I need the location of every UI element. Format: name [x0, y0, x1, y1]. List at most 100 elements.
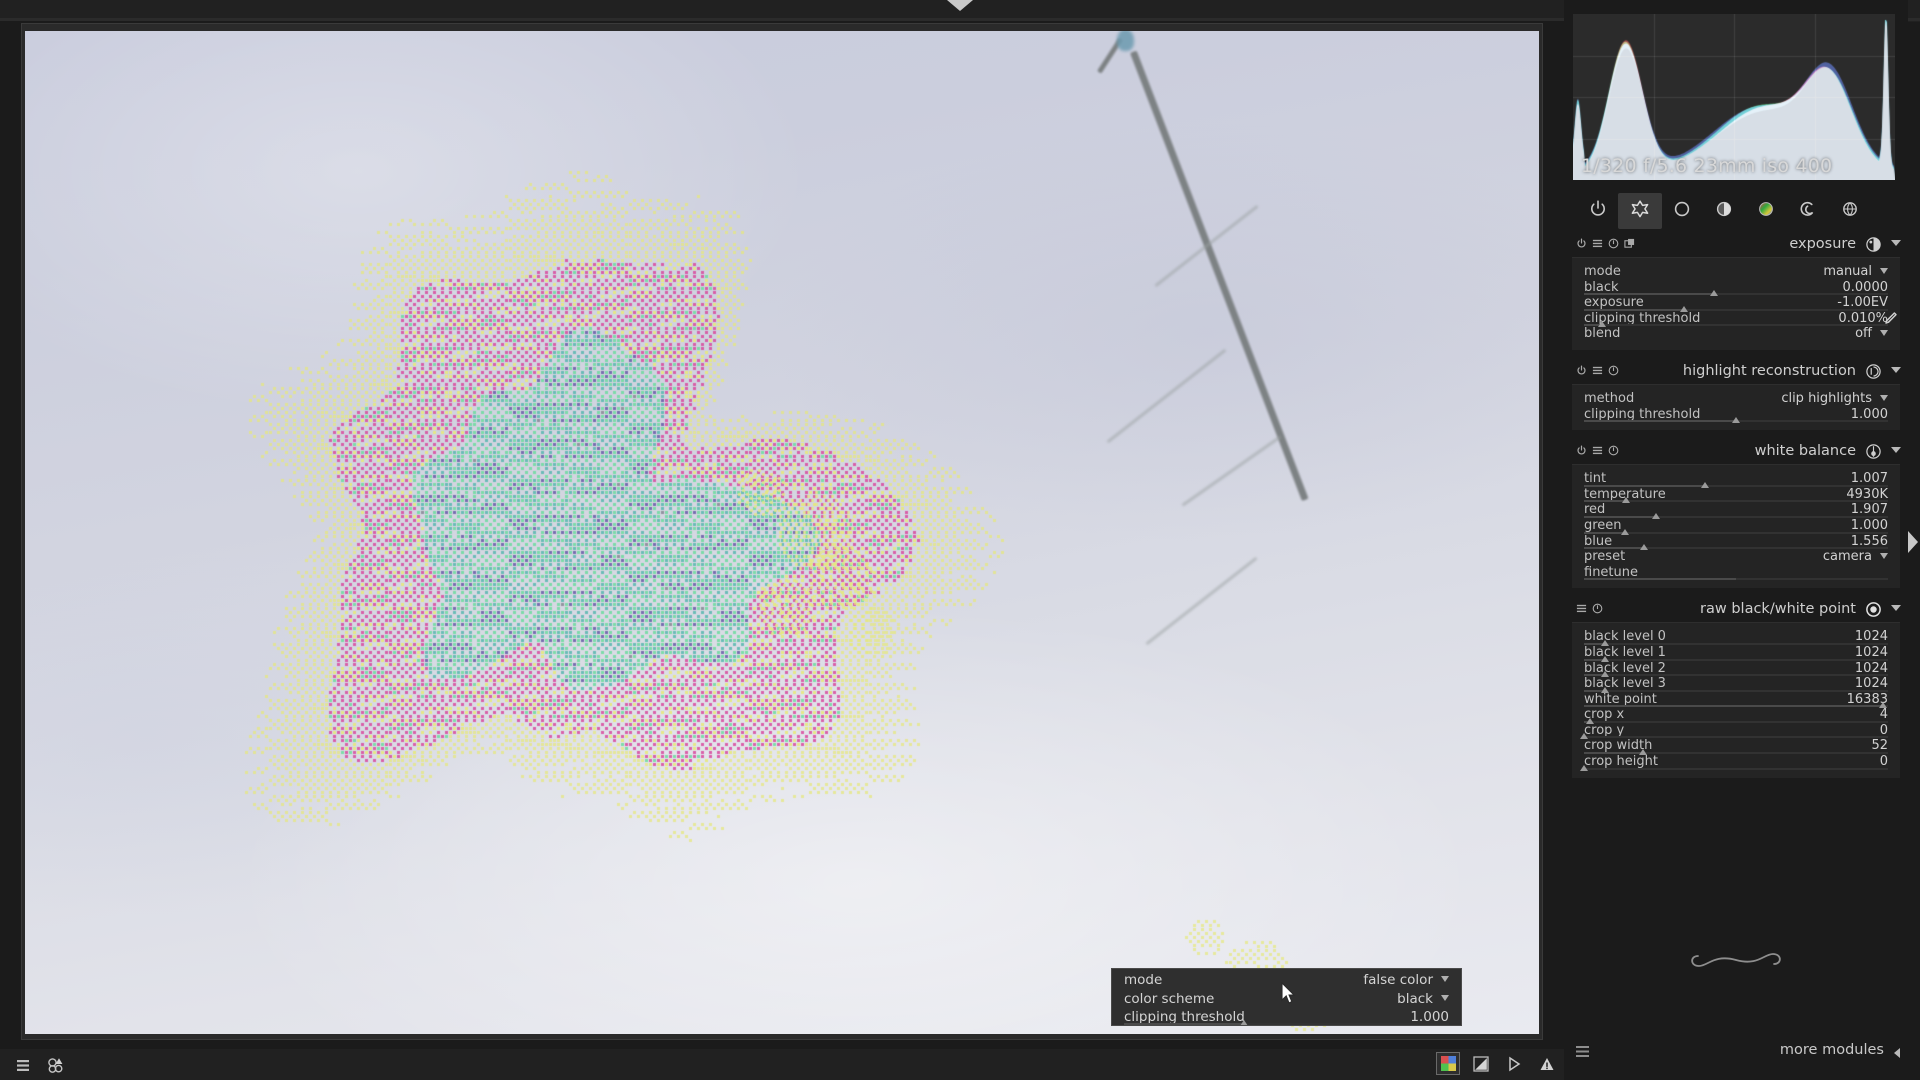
module-header-white-balance[interactable]: white balance — [1564, 440, 1908, 465]
module-header-highlight-reconstruction[interactable]: highlight reconstruction — [1564, 359, 1908, 384]
white-balance-icon — [1865, 443, 1882, 464]
module-header-exposure[interactable]: exposure — [1564, 233, 1908, 257]
circle-outline-icon — [1672, 199, 1692, 223]
chevron-down-icon[interactable] — [1441, 976, 1449, 982]
active-modules-tab[interactable] — [1576, 193, 1620, 229]
slider-row-black-level-1[interactable]: black level 1 1024 — [1584, 645, 1888, 662]
row-label: blend — [1584, 326, 1621, 342]
slider-row-blue[interactable]: blue 1.556 — [1584, 534, 1888, 551]
row-value: clip highlights — [1781, 390, 1872, 406]
histogram[interactable]: 1/320 f/5.6 23mm iso 400 — [1573, 14, 1895, 180]
dropdown-row-mode[interactable]: mode manual — [1584, 264, 1888, 280]
module-group-tabs — [1564, 193, 1908, 233]
slider-track[interactable] — [1584, 578, 1888, 581]
dropdown-row-preset[interactable]: preset camera — [1584, 549, 1888, 565]
raw-black-white-point-icon — [1865, 601, 1882, 622]
more-modules-bar[interactable]: more modules — [1564, 1040, 1908, 1066]
darktable-darkroom-window: 1/320 f/5.6 23mm iso 400 exposure mode man… — [0, 0, 1920, 1080]
dropdown-row-method[interactable]: method clip highlights — [1584, 391, 1888, 407]
slider-knob[interactable] — [1239, 1019, 1248, 1025]
row-label: preset — [1584, 549, 1626, 565]
chevron-down-icon[interactable] — [1441, 994, 1449, 1001]
gamut-check-icon[interactable] — [1436, 1052, 1460, 1075]
dropdown-row-blend[interactable]: blend off — [1584, 326, 1888, 342]
effects-tab[interactable] — [1828, 193, 1872, 229]
module-body-white-balance: tint 1.007 temperature 4930K red 1.907 green 1.… — [1572, 464, 1900, 589]
softproof-icon[interactable] — [1503, 1053, 1525, 1074]
presets-icon[interactable] — [1592, 365, 1603, 378]
chevron-down-icon[interactable] — [1891, 240, 1901, 246]
color-tab[interactable] — [1744, 193, 1788, 229]
power-icon — [1588, 199, 1608, 223]
module-body-highlight-reconstruction: method clip highlights clipping threshold 1… — [1572, 383, 1900, 431]
chevron-down-icon[interactable] — [1891, 447, 1901, 454]
chevron-down-icon[interactable] — [1891, 605, 1901, 612]
slider-track[interactable] — [1584, 767, 1888, 770]
slider-row-crop-height[interactable]: crop height 0 — [1579, 754, 1888, 771]
histogram-exif-label: 1/320 f/5.6 23mm iso 400 — [1581, 155, 1833, 177]
chevron-down-icon[interactable] — [1880, 394, 1888, 401]
technical-tab[interactable] — [1660, 193, 1704, 229]
reset-icon[interactable] — [1608, 238, 1619, 251]
top-panel-toggle[interactable] — [947, 0, 973, 11]
power-icon[interactable] — [1576, 365, 1587, 378]
reset-icon[interactable] — [1592, 603, 1603, 616]
color-labels-icon[interactable] — [45, 1055, 67, 1076]
slider-row-green[interactable]: green 1.000 — [1584, 518, 1888, 535]
slider-row-clipping-threshold[interactable]: clipping threshold 0.010% — [1584, 311, 1897, 328]
slider-row-clipping-threshold[interactable]: clipping threshold 1.000 — [1584, 407, 1888, 424]
slider-row-exposure[interactable]: exposure -1.00EV — [1584, 295, 1888, 312]
right-panel: 1/320 f/5.6 23mm iso 400 exposure mode man… — [1564, 0, 1908, 1080]
slider-row-black[interactable]: black 0.0000 — [1584, 280, 1888, 297]
slider-row-crop-x[interactable]: crop x4 — [1584, 707, 1888, 724]
module-header-raw-black-white-point[interactable]: raw black/white point — [1564, 598, 1908, 623]
power-icon[interactable] — [1576, 445, 1587, 458]
presets-icon[interactable] — [1592, 238, 1603, 251]
correction-tab[interactable] — [1786, 193, 1830, 229]
slider-row-black-level-2[interactable]: black level 2 1024 — [1584, 661, 1888, 678]
slider-row-crop-width[interactable]: crop width 52 — [1584, 738, 1888, 756]
row-label: mode — [1124, 972, 1163, 988]
favorites-tab[interactable] — [1618, 193, 1662, 229]
presets-icon[interactable] — [1576, 603, 1587, 616]
slider-row-clipping-threshold[interactable]: clipping threshold 1.000 — [1124, 1009, 1449, 1025]
slider-row-crop-y[interactable]: crop y0 — [1579, 723, 1888, 740]
reset-icon[interactable] — [1608, 445, 1619, 458]
reset-icon[interactable] — [1608, 365, 1619, 378]
module-body-raw-black-white-point: black level 0 1024 black level 1 1024 black … — [1572, 622, 1900, 778]
slider-row-white-point[interactable]: white point 16383 — [1584, 692, 1888, 709]
bottom-toolbar — [0, 1049, 1564, 1080]
row-label: color scheme — [1124, 990, 1215, 1007]
chevron-left-icon[interactable] — [1894, 1048, 1900, 1058]
photo-canvas[interactable] — [25, 31, 1539, 1034]
color-wheel-icon — [1756, 199, 1776, 223]
duplicate-icon[interactable] — [1624, 238, 1635, 251]
hamburger-menu-icon[interactable] — [12, 1055, 34, 1076]
right-panel-toggle[interactable] — [1908, 531, 1918, 553]
slider-row-red[interactable]: red 1.907 — [1584, 502, 1888, 519]
raw-overexposure-icon[interactable] — [1470, 1053, 1492, 1074]
row-value: black — [1397, 990, 1433, 1007]
slider-row-black-level-0[interactable]: black level 0 1024 — [1584, 629, 1888, 646]
tone-tab[interactable] — [1702, 193, 1746, 229]
chevron-down-icon[interactable] — [1880, 330, 1888, 337]
clipping-warning-icon[interactable] — [1536, 1053, 1558, 1074]
row-label: mode — [1584, 264, 1621, 279]
slider-row-tint[interactable]: tint 1.007 — [1584, 471, 1888, 488]
power-icon[interactable] — [1576, 238, 1587, 251]
hamburger-icon[interactable] — [1576, 1046, 1589, 1060]
globe-effects-icon — [1840, 199, 1860, 223]
slider-knob[interactable] — [1579, 764, 1588, 771]
chevron-down-icon[interactable] — [1891, 366, 1901, 373]
row-value: camera — [1822, 549, 1872, 565]
chevron-down-icon[interactable] — [1880, 553, 1888, 560]
slider-knob[interactable] — [1731, 417, 1740, 424]
presets-icon[interactable] — [1592, 445, 1603, 458]
slider-track[interactable] — [1124, 1022, 1449, 1025]
slider-row-black-level-3[interactable]: black level 3 1024 — [1584, 676, 1888, 693]
module-list: exposure mode manual black 0.0000 exposure -1.… — [1564, 233, 1908, 1033]
chevron-down-icon[interactable] — [1880, 268, 1888, 274]
slider-row-temperature[interactable]: temperature 4930K — [1584, 487, 1888, 504]
more-modules-label: more modules — [1779, 1042, 1884, 1058]
slider-row-finetune[interactable]: finetune — [1584, 565, 1888, 581]
